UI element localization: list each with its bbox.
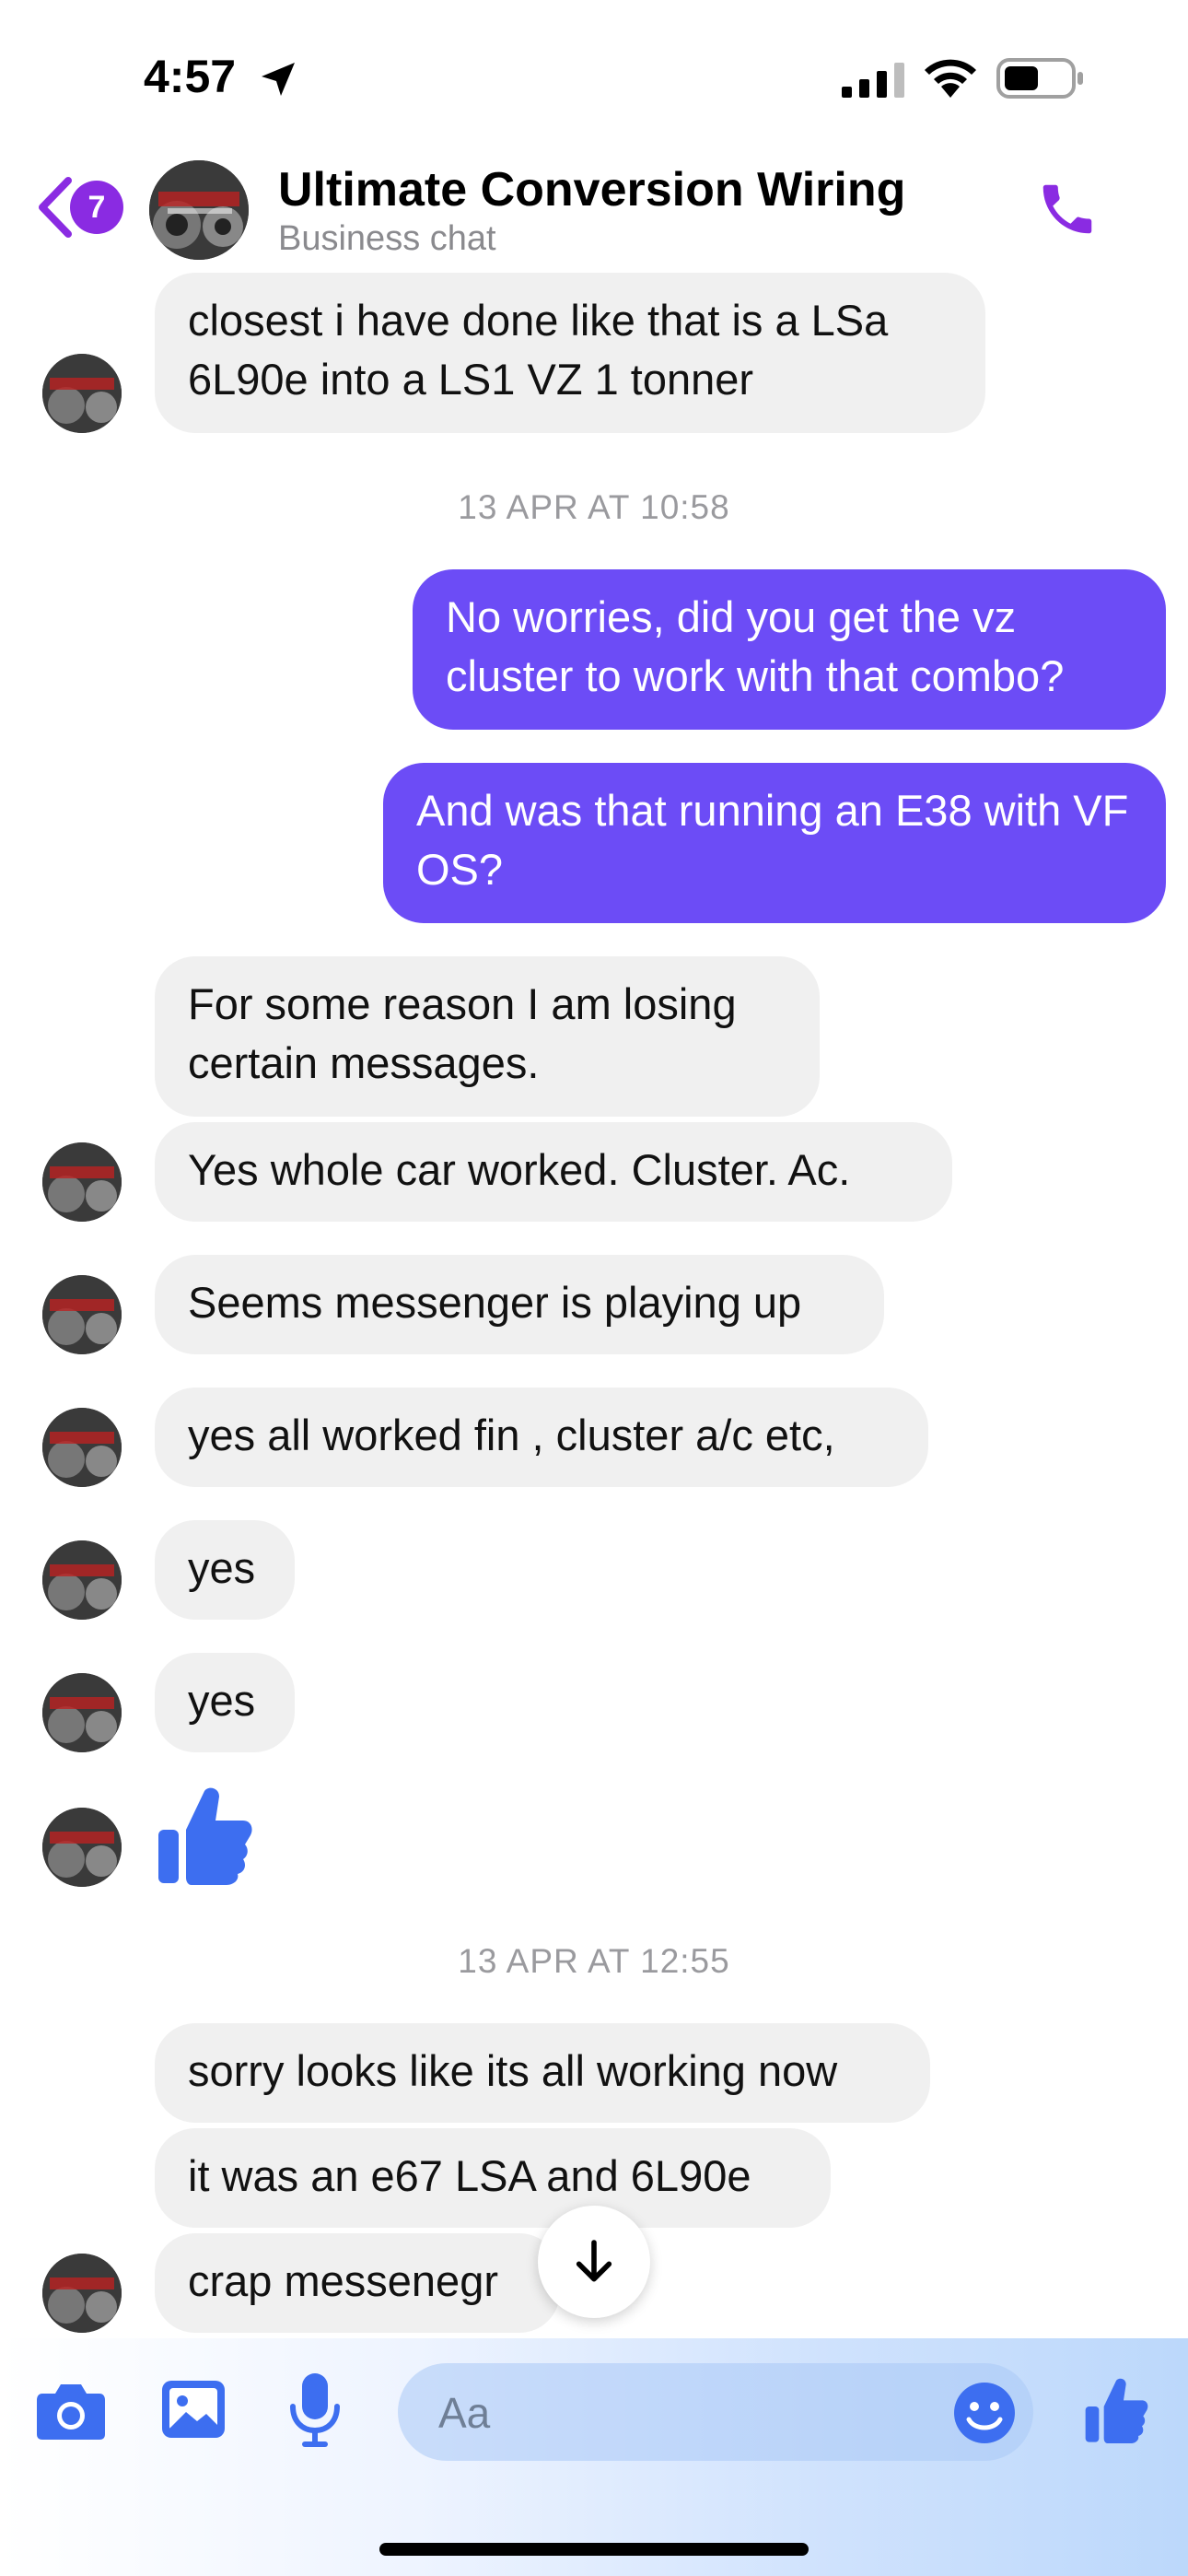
incoming-message[interactable]: yes (155, 1653, 295, 1752)
sender-avatar[interactable] (42, 1275, 122, 1354)
message-timestamp: 13 APR AT 12:55 (458, 1942, 730, 1980)
arrow-down-icon (576, 2240, 612, 2282)
sender-avatar[interactable] (42, 1808, 122, 1887)
incoming-message[interactable]: Seems messenger is playing up (155, 1255, 884, 1354)
contact-avatar[interactable] (149, 160, 249, 260)
incoming-message[interactable]: sorry looks like its all working now (155, 2023, 930, 2123)
unread-count-badge[interactable]: 7 (70, 181, 123, 234)
sender-avatar[interactable] (42, 2254, 122, 2333)
wifi-icon (925, 59, 976, 98)
incoming-message[interactable]: yes all worked fin , cluster a/c etc, (155, 1388, 928, 1487)
cellular-signal-icon (842, 63, 904, 98)
sender-avatar[interactable] (42, 1540, 122, 1620)
incoming-message[interactable]: Yes whole car worked. Cluster. Ac. (155, 1122, 952, 1222)
contact-subtitle: Business chat (278, 219, 496, 258)
sender-avatar[interactable] (42, 354, 122, 433)
outgoing-message[interactable]: No worries, did you get the vz cluster t… (413, 569, 1166, 730)
sender-avatar[interactable] (42, 1142, 122, 1222)
scroll-to-bottom-button[interactable] (538, 2206, 650, 2318)
home-indicator (379, 2543, 809, 2556)
camera-icon[interactable] (35, 2381, 107, 2441)
incoming-message[interactable]: For some reason I am losing certain mess… (155, 956, 820, 1117)
phone-call-icon[interactable] (1035, 177, 1100, 241)
thumbs-up-sticker-icon[interactable] (155, 1784, 254, 1887)
contact-name[interactable]: Ultimate Conversion Wiring (278, 162, 905, 217)
incoming-message[interactable]: yes (155, 1520, 295, 1620)
incoming-message[interactable]: crap messenegr (155, 2233, 560, 2333)
message-input-placeholder: Aa (438, 2389, 491, 2437)
message-input[interactable] (398, 2363, 1033, 2461)
thumbs-up-send-icon[interactable] (1083, 2375, 1149, 2445)
incoming-message[interactable]: closest i have done like that is a LSa 6… (155, 273, 985, 433)
status-time: 4:57 (144, 51, 237, 102)
message-timestamp: 13 APR AT 10:58 (458, 488, 730, 526)
emoji-icon[interactable] (952, 2381, 1017, 2445)
location-arrow-icon (262, 63, 295, 96)
incoming-message[interactable]: it was an e67 LSA and 6L90e (155, 2128, 831, 2228)
sender-avatar[interactable] (42, 1673, 122, 1752)
sender-avatar[interactable] (42, 1408, 122, 1487)
microphone-icon[interactable] (287, 2371, 343, 2449)
battery-icon (996, 58, 1083, 99)
outgoing-message[interactable]: And was that running an E38 with VF OS? (383, 763, 1166, 923)
photo-gallery-icon[interactable] (160, 2377, 227, 2441)
